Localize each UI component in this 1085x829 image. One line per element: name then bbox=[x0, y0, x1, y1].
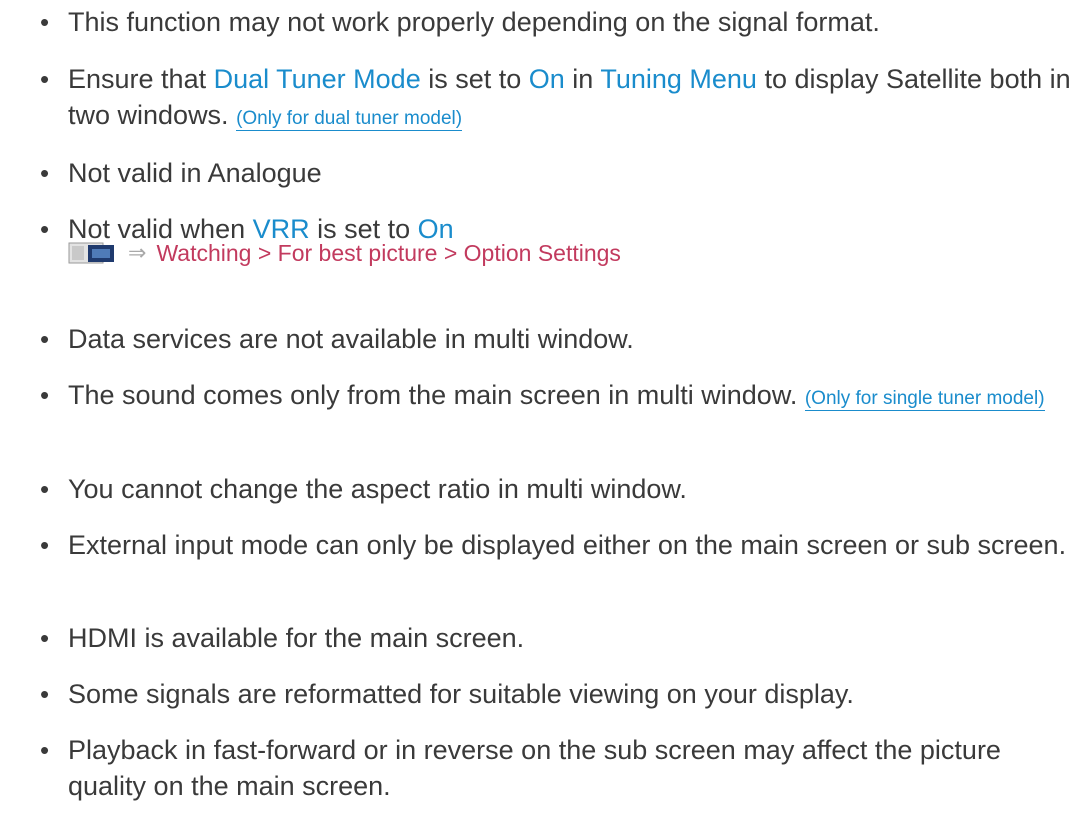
on-link[interactable]: On bbox=[529, 64, 565, 94]
arrow-icon: ⇒ bbox=[128, 240, 147, 265]
list-item: • This function may not work properly de… bbox=[40, 4, 1080, 40]
note-text: Some signals are reformatted for suitabl… bbox=[68, 679, 854, 709]
tv-menu-icon bbox=[68, 242, 120, 264]
note-text: This function may not work properly depe… bbox=[68, 7, 880, 37]
note-text: Not valid in Analogue bbox=[68, 158, 322, 188]
list-item: • HDMI is available for the main screen. bbox=[40, 620, 1080, 656]
tuning-menu-link[interactable]: Tuning Menu bbox=[600, 64, 757, 94]
list-item: • You cannot change the aspect ratio in … bbox=[40, 471, 1080, 507]
list-item: • The sound comes only from the main scr… bbox=[40, 377, 1080, 417]
bullet: • bbox=[40, 623, 50, 653]
bullet: • bbox=[40, 735, 50, 765]
bullet: • bbox=[40, 7, 50, 37]
bullet: • bbox=[40, 324, 50, 354]
dual-tuner-mode-link[interactable]: Dual Tuner Mode bbox=[214, 64, 421, 94]
note-text: in bbox=[564, 64, 601, 94]
note-text: HDMI is available for the main screen. bbox=[68, 623, 525, 653]
note-text: External input mode can only be displaye… bbox=[68, 530, 1067, 560]
model-qualifier: (Only for dual tuner model) bbox=[236, 108, 463, 131]
bullet: • bbox=[40, 158, 50, 188]
list-item: • External input mode can only be displa… bbox=[40, 527, 1080, 563]
model-qualifier: (Only for single tuner model) bbox=[804, 388, 1045, 411]
list-item: • Some signals are reformatted for suita… bbox=[40, 676, 1080, 712]
note-text: Data services are not available in multi… bbox=[68, 324, 634, 354]
bullet: • bbox=[40, 64, 50, 94]
note-text: The sound comes only from the main scree… bbox=[68, 380, 805, 410]
bullet: • bbox=[40, 214, 50, 244]
note-text: Ensure that bbox=[68, 64, 214, 94]
cross-reference[interactable]: ⇒ Watching > For best picture > Option S… bbox=[68, 233, 621, 273]
bullet: • bbox=[40, 380, 50, 410]
crossref-path[interactable]: Watching > For best picture > Option Set… bbox=[156, 240, 621, 267]
bullet: • bbox=[40, 474, 50, 504]
bullet: • bbox=[40, 530, 50, 560]
list-item: • Not valid in Analogue bbox=[40, 155, 1080, 191]
list-item: • Data services are not available in mul… bbox=[40, 321, 1080, 357]
note-text: is set to bbox=[420, 64, 529, 94]
list-item: • Playback in fast-forward or in reverse… bbox=[40, 732, 1080, 804]
help-page: • This function may not work properly de… bbox=[0, 0, 1085, 829]
note-text: You cannot change the aspect ratio in mu… bbox=[68, 474, 687, 504]
note-text: Playback in fast-forward or in reverse o… bbox=[68, 735, 1001, 801]
list-item: • Ensure that Dual Tuner Mode is set to … bbox=[40, 61, 1080, 137]
bullet: • bbox=[40, 679, 50, 709]
